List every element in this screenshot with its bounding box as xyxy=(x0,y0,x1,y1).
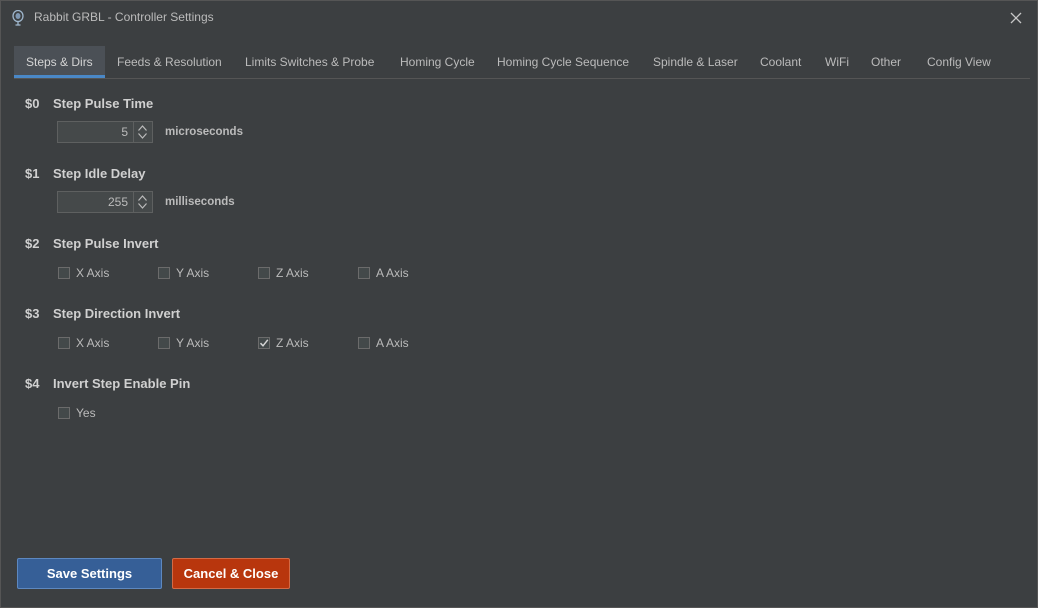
checkbox-label: X Axis xyxy=(76,336,110,350)
setting-code: $1 xyxy=(25,166,40,181)
step-pulse-time-spinner[interactable]: 5 xyxy=(57,121,153,143)
tab-spindle-laser[interactable]: Spindle & Laser xyxy=(641,46,750,77)
setting-title: Step Idle Delay xyxy=(53,166,146,181)
step-pulse-invert-z-checkbox[interactable]: Z Axis xyxy=(258,266,309,280)
setting-code: $3 xyxy=(25,306,40,321)
setting-code: $2 xyxy=(25,236,40,251)
tab-coolant[interactable]: Coolant xyxy=(748,46,813,77)
step-pulse-invert-y-checkbox[interactable]: Y Axis xyxy=(158,266,209,280)
settings-window: Rabbit GRBL - Controller Settings Steps … xyxy=(0,0,1038,608)
checkmark-icon xyxy=(259,339,269,347)
step-idle-delay-spinner[interactable]: 255 xyxy=(57,191,153,213)
unit-label: microseconds xyxy=(165,126,243,138)
setting-code: $0 xyxy=(25,96,40,111)
checkbox-box[interactable] xyxy=(358,267,370,279)
step-direction-invert-x-checkbox[interactable]: X Axis xyxy=(58,336,109,350)
checkbox-box[interactable] xyxy=(158,337,170,349)
close-button[interactable] xyxy=(1005,7,1027,29)
checkbox-label: Z Axis xyxy=(276,336,309,350)
settings-tab-bar: Steps & Dirs Feeds & Resolution Limits S… xyxy=(14,46,1030,79)
window-title: Rabbit GRBL - Controller Settings xyxy=(34,10,214,24)
close-icon xyxy=(1010,12,1022,24)
invert-step-enable-yes-checkbox[interactable]: Yes xyxy=(58,406,96,420)
cancel-close-button[interactable]: Cancel & Close xyxy=(172,558,290,589)
checkbox-box[interactable] xyxy=(258,267,270,279)
tab-limits-switches-probe[interactable]: Limits Switches & Probe xyxy=(233,46,386,77)
spinner-arrows xyxy=(133,122,152,142)
step-direction-invert-y-checkbox[interactable]: Y Axis xyxy=(158,336,209,350)
checkbox-box[interactable] xyxy=(58,337,70,349)
tab-homing-cycle[interactable]: Homing Cycle xyxy=(388,46,487,77)
tab-feeds-resolution[interactable]: Feeds & Resolution xyxy=(105,46,234,77)
rabbit-logo-icon xyxy=(11,9,25,26)
checkbox-box[interactable] xyxy=(358,337,370,349)
checkbox-label: Yes xyxy=(76,406,96,420)
spinner-value[interactable]: 255 xyxy=(58,192,128,212)
checkbox-label: A Axis xyxy=(376,336,409,350)
checkbox-label: Y Axis xyxy=(176,336,210,350)
setting-code: $4 xyxy=(25,376,40,391)
chevron-down-icon[interactable] xyxy=(138,133,147,139)
step-direction-invert-z-checkbox[interactable]: Z Axis xyxy=(258,336,309,350)
chevron-down-icon[interactable] xyxy=(138,203,147,209)
save-settings-button[interactable]: Save Settings xyxy=(17,558,162,589)
checkbox-label: Z Axis xyxy=(276,266,309,280)
step-pulse-invert-x-checkbox[interactable]: X Axis xyxy=(58,266,109,280)
setting-title: Step Pulse Invert xyxy=(53,236,159,251)
checkbox-box[interactable] xyxy=(158,267,170,279)
unit-label: milliseconds xyxy=(165,196,235,208)
spinner-arrows xyxy=(133,192,152,212)
tab-steps-dirs[interactable]: Steps & Dirs xyxy=(14,46,105,78)
checkbox-label: X Axis xyxy=(76,266,110,280)
tab-homing-cycle-sequence[interactable]: Homing Cycle Sequence xyxy=(485,46,641,77)
setting-title: Invert Step Enable Pin xyxy=(53,376,191,391)
checkbox-box[interactable] xyxy=(258,337,270,349)
spinner-value[interactable]: 5 xyxy=(58,122,128,142)
step-direction-invert-a-checkbox[interactable]: A Axis xyxy=(358,336,409,350)
tab-other[interactable]: Other xyxy=(859,46,913,77)
chevron-up-icon[interactable] xyxy=(138,125,147,131)
checkbox-label: Y Axis xyxy=(176,266,210,280)
tab-config-view[interactable]: Config View xyxy=(915,46,1003,77)
title-bar: Rabbit GRBL - Controller Settings xyxy=(1,1,1037,34)
checkbox-box[interactable] xyxy=(58,267,70,279)
tab-wifi[interactable]: WiFi xyxy=(813,46,861,77)
checkbox-box[interactable] xyxy=(58,407,70,419)
setting-title: Step Direction Invert xyxy=(53,306,181,321)
checkbox-label: A Axis xyxy=(376,266,409,280)
setting-title: Step Pulse Time xyxy=(53,96,154,111)
step-pulse-invert-a-checkbox[interactable]: A Axis xyxy=(358,266,409,280)
chevron-up-icon[interactable] xyxy=(138,195,147,201)
